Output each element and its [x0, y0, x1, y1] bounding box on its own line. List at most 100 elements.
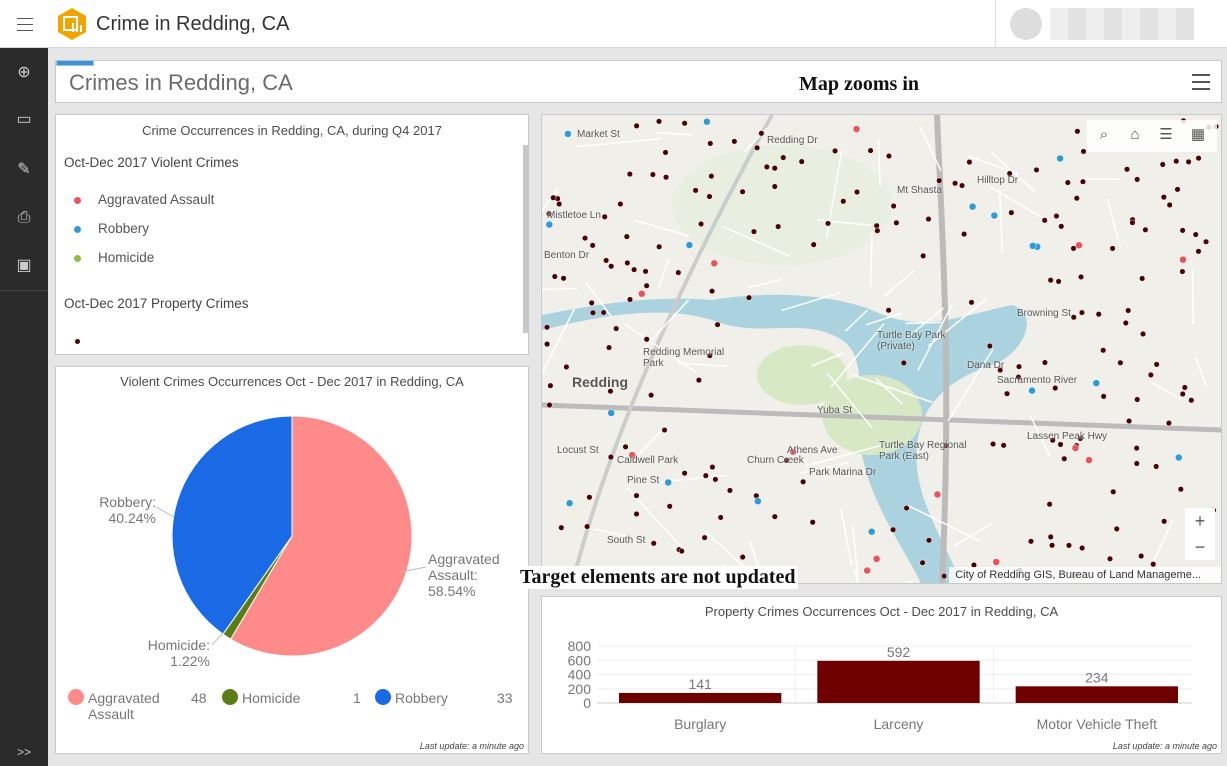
crime-point[interactable] — [1064, 179, 1071, 186]
bar-burglary[interactable] — [619, 692, 782, 703]
crime-point[interactable] — [1071, 444, 1080, 452]
crime-point[interactable] — [613, 325, 620, 332]
crime-point[interactable] — [1003, 390, 1011, 397]
crime-point[interactable] — [1074, 128, 1081, 135]
crime-point[interactable] — [607, 454, 614, 461]
crime-point[interactable] — [1134, 176, 1141, 183]
crime-point[interactable] — [664, 478, 672, 487]
crime-point[interactable] — [936, 177, 943, 184]
crime-point[interactable] — [1179, 268, 1186, 275]
crime-point[interactable] — [1061, 455, 1068, 462]
crime-point[interactable] — [893, 219, 900, 226]
crime-point[interactable] — [961, 231, 968, 238]
crime-point[interactable] — [1078, 309, 1085, 316]
crime-point[interactable] — [642, 268, 649, 275]
crime-point[interactable] — [959, 182, 966, 189]
monitor-icon[interactable]: ▭ — [12, 108, 36, 132]
crime-point[interactable] — [710, 259, 719, 268]
crime-point[interactable] — [1008, 209, 1015, 216]
crime-point[interactable] — [581, 235, 589, 242]
crime-point[interactable] — [702, 472, 709, 479]
crime-point[interactable] — [1165, 420, 1172, 427]
crime-point[interactable] — [1185, 158, 1192, 165]
crime-point[interactable] — [1057, 441, 1064, 448]
crime-point[interactable] — [1113, 525, 1120, 532]
crime-point[interactable] — [600, 309, 607, 316]
crime-point[interactable] — [1123, 166, 1131, 173]
crime-point[interactable] — [1106, 555, 1114, 562]
crime-point[interactable] — [925, 537, 933, 544]
crime-point[interactable] — [941, 573, 948, 580]
crime-point[interactable] — [633, 122, 640, 129]
crime-point[interactable] — [588, 299, 595, 306]
crime-point[interactable] — [739, 554, 746, 561]
crime-point[interactable] — [666, 503, 673, 510]
crime-point[interactable] — [1126, 417, 1133, 425]
crime-point[interactable] — [551, 273, 558, 280]
crime-point[interactable] — [601, 213, 608, 220]
crime-point[interactable] — [626, 296, 634, 303]
crime-point[interactable] — [663, 174, 670, 181]
crime-point[interactable] — [589, 242, 596, 249]
crime-point[interactable] — [810, 241, 817, 248]
menu-button[interactable] — [17, 14, 33, 34]
crime-point[interactable] — [633, 492, 640, 499]
crime-point[interactable] — [853, 188, 861, 196]
crime-point[interactable] — [1055, 278, 1062, 285]
crime-point[interactable] — [550, 194, 557, 201]
crime-point[interactable] — [1077, 273, 1085, 280]
crime-point[interactable] — [885, 307, 892, 314]
crime-point[interactable] — [675, 269, 682, 276]
crime-point[interactable] — [771, 183, 778, 190]
crime-point[interactable] — [1079, 178, 1086, 185]
pie-legend-dot-homicide[interactable] — [222, 689, 238, 705]
crime-point[interactable] — [874, 227, 881, 234]
crime-point[interactable] — [1174, 186, 1181, 193]
crime-point[interactable] — [623, 233, 630, 240]
crime-point[interactable] — [631, 266, 638, 273]
map-panel[interactable]: Redding Turtle Bay Park (Private) Turtle B… — [541, 114, 1222, 584]
crime-point[interactable] — [800, 478, 807, 485]
crime-point[interactable] — [560, 275, 567, 282]
selection-handle[interactable] — [56, 60, 94, 66]
crime-point[interactable] — [1125, 307, 1132, 314]
zoom-in-button[interactable]: + — [1185, 508, 1215, 534]
crime-point[interactable] — [626, 171, 633, 178]
zoom-out-button[interactable]: − — [1185, 534, 1215, 560]
crime-point[interactable] — [885, 153, 892, 160]
crime-point[interactable] — [771, 165, 778, 172]
crime-point[interactable] — [1053, 213, 1060, 220]
crime-point[interactable] — [708, 173, 715, 180]
crime-point[interactable] — [1195, 155, 1202, 162]
crime-point[interactable] — [1109, 245, 1116, 252]
crime-point[interactable] — [968, 299, 975, 306]
crime-point[interactable] — [890, 526, 897, 533]
crime-point[interactable] — [1100, 393, 1107, 400]
crime-point[interactable] — [633, 510, 640, 518]
crime-point[interactable] — [832, 147, 839, 154]
crime-point[interactable] — [1029, 242, 1037, 250]
crime-point[interactable] — [992, 558, 1001, 566]
crime-point[interactable] — [1058, 223, 1065, 230]
crime-point[interactable] — [1142, 226, 1149, 233]
crime-point[interactable] — [966, 159, 973, 166]
crime-point[interactable] — [1129, 219, 1136, 226]
crime-point[interactable] — [558, 524, 565, 531]
crime-point[interactable] — [712, 476, 719, 483]
crime-point[interactable] — [1160, 194, 1167, 201]
crime-point[interactable] — [933, 490, 942, 499]
print-icon[interactable]: ⎙ — [12, 206, 36, 230]
pie-legend-homicide[interactable]: Homicide — [242, 690, 300, 706]
crime-point[interactable] — [852, 125, 861, 133]
crime-point[interactable] — [655, 118, 663, 125]
crime-point[interactable] — [739, 188, 746, 195]
crime-point[interactable] — [1179, 227, 1186, 234]
crime-point[interactable] — [547, 382, 554, 389]
crime-point[interactable] — [754, 144, 761, 151]
crime-point[interactable] — [1159, 161, 1166, 168]
crime-point[interactable] — [1147, 371, 1154, 378]
crime-point[interactable] — [546, 401, 553, 409]
crime-point[interactable] — [1179, 255, 1187, 264]
crime-point[interactable] — [638, 290, 646, 298]
crime-point[interactable] — [717, 514, 724, 521]
